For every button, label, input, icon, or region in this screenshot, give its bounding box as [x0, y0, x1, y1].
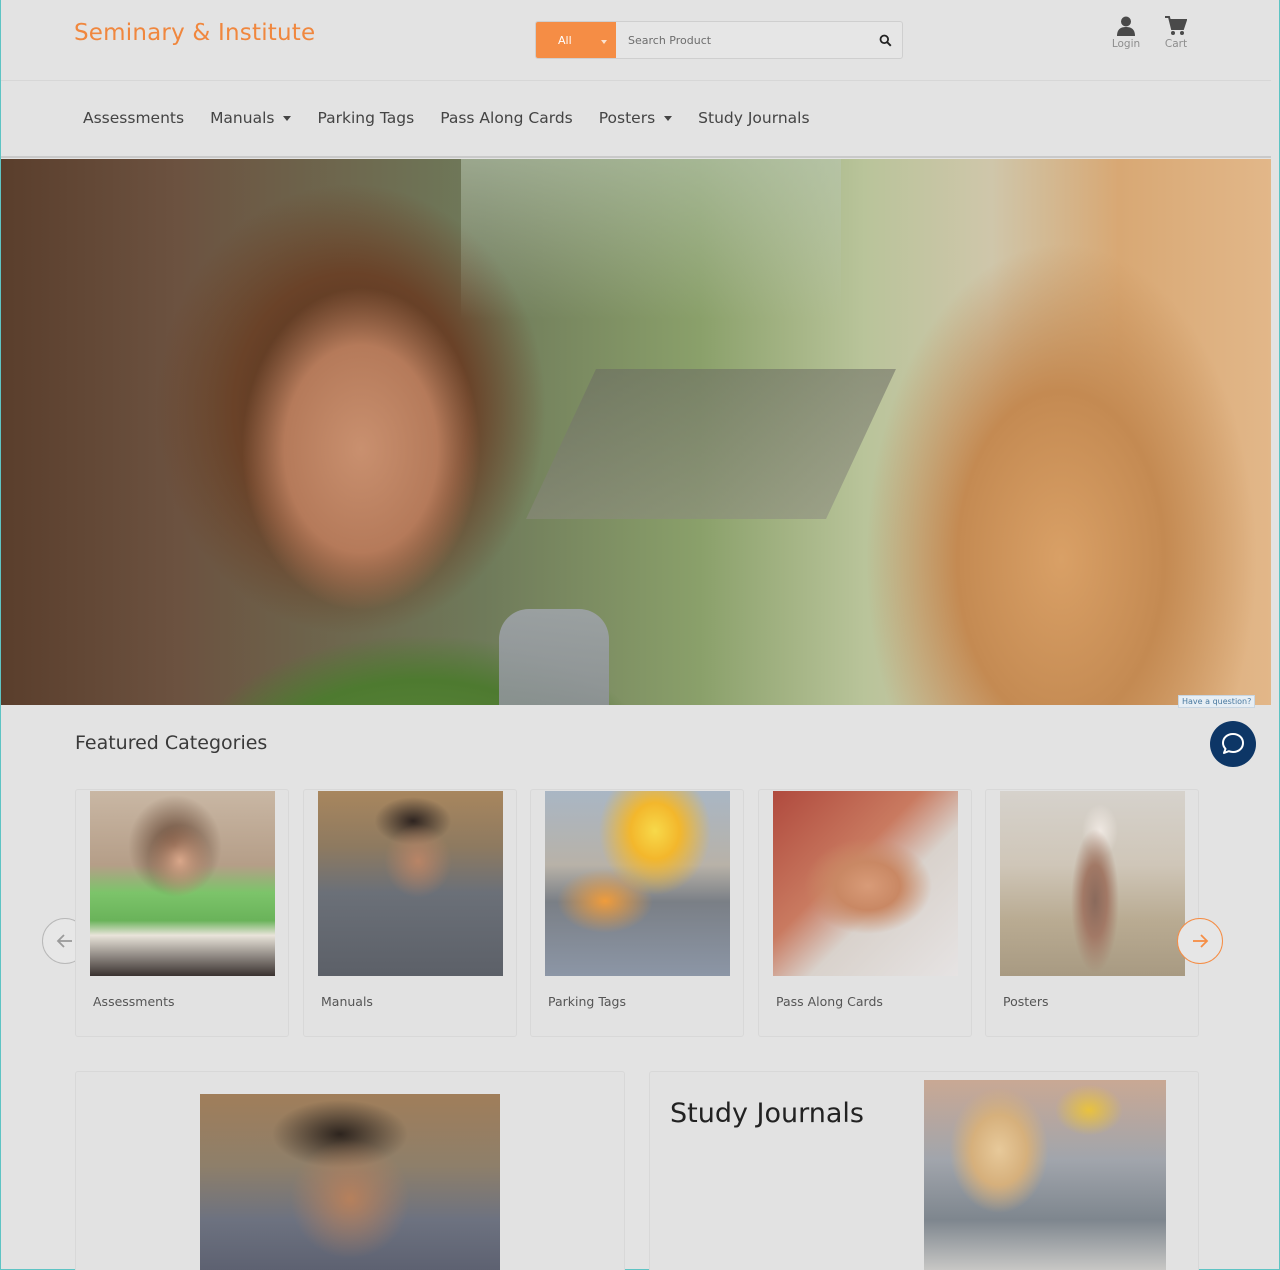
chevron-down-icon [601, 40, 607, 44]
site-logo[interactable]: Seminary & Institute [74, 20, 315, 46]
cart-icon [1165, 16, 1187, 35]
nav-item-label: Parking Tags [317, 109, 415, 127]
section-title: Featured Categories [75, 732, 268, 754]
search-bar: All [535, 21, 903, 59]
user-icon [1117, 16, 1135, 36]
hero-building [526, 369, 896, 519]
promo-image [200, 1094, 500, 1270]
category-card-posters[interactable]: Posters [985, 789, 1199, 1037]
caret-down-icon [283, 115, 292, 121]
login-label: Login [1111, 38, 1141, 50]
promo-image [924, 1080, 1166, 1270]
category-card-assessments[interactable]: Assessments [75, 789, 289, 1037]
nav-item-posters[interactable]: Posters [598, 109, 673, 127]
promo-title: Study Journals [670, 1098, 864, 1129]
arrow-left-icon [56, 934, 72, 948]
category-image [773, 791, 958, 976]
nav-item-label: Assessments [83, 109, 185, 127]
category-card-parking-tags[interactable]: Parking Tags [530, 789, 744, 1037]
caret-down-icon [664, 115, 673, 121]
nav-item-study-journals[interactable]: Study Journals [698, 109, 809, 127]
nav-list: Assessments Manuals Parking Tags Pass Al… [83, 109, 836, 127]
cart-link[interactable]: Cart [1156, 16, 1196, 50]
category-label: Manuals [321, 994, 373, 1009]
promo-tile-study-journals[interactable]: Study Journals [649, 1071, 1199, 1270]
category-image [545, 791, 730, 976]
category-card-manuals[interactable]: Manuals [303, 789, 517, 1037]
carousel-next-button[interactable] [1177, 918, 1223, 964]
main-nav: Assessments Manuals Parking Tags Pass Al… [1, 80, 1271, 158]
arrow-right-icon [1193, 934, 1209, 948]
category-image [1000, 791, 1185, 976]
category-image [90, 791, 275, 976]
nav-item-label: Study Journals [698, 109, 810, 127]
search-icon [879, 34, 892, 47]
cart-label: Cart [1164, 38, 1188, 50]
search-button[interactable] [868, 22, 902, 58]
hero-background [461, 159, 841, 319]
nav-item-label: Manuals [210, 109, 275, 127]
nav-item-assessments[interactable]: Assessments [83, 109, 184, 127]
login-link[interactable]: Login [1106, 16, 1146, 50]
nav-item-manuals[interactable]: Manuals [210, 109, 292, 127]
search-category-label: All [558, 33, 572, 47]
search-input[interactable] [616, 22, 868, 58]
chat-bubble-icon [1222, 733, 1244, 754]
chat-prompt-label[interactable]: Have a question? [1178, 695, 1256, 708]
promo-tile-manuals[interactable] [75, 1071, 625, 1270]
category-card-pass-along-cards[interactable]: Pass Along Cards [758, 789, 972, 1037]
nav-item-label: Pass Along Cards [440, 109, 573, 127]
hero-backpack [499, 609, 609, 705]
nav-item-pass-along-cards[interactable]: Pass Along Cards [440, 109, 573, 127]
category-label: Assessments [93, 994, 175, 1009]
search-category-select[interactable]: All [536, 22, 616, 58]
nav-item-label: Posters [598, 109, 656, 127]
hero-banner-image[interactable] [1, 159, 1271, 705]
chat-button[interactable] [1210, 721, 1256, 767]
nav-item-parking-tags[interactable]: Parking Tags [317, 109, 414, 127]
category-label: Pass Along Cards [776, 994, 883, 1009]
category-label: Parking Tags [548, 994, 626, 1009]
category-image [318, 791, 503, 976]
category-label: Posters [1003, 994, 1049, 1009]
header: Seminary & Institute All Login Cart [1, 0, 1271, 80]
